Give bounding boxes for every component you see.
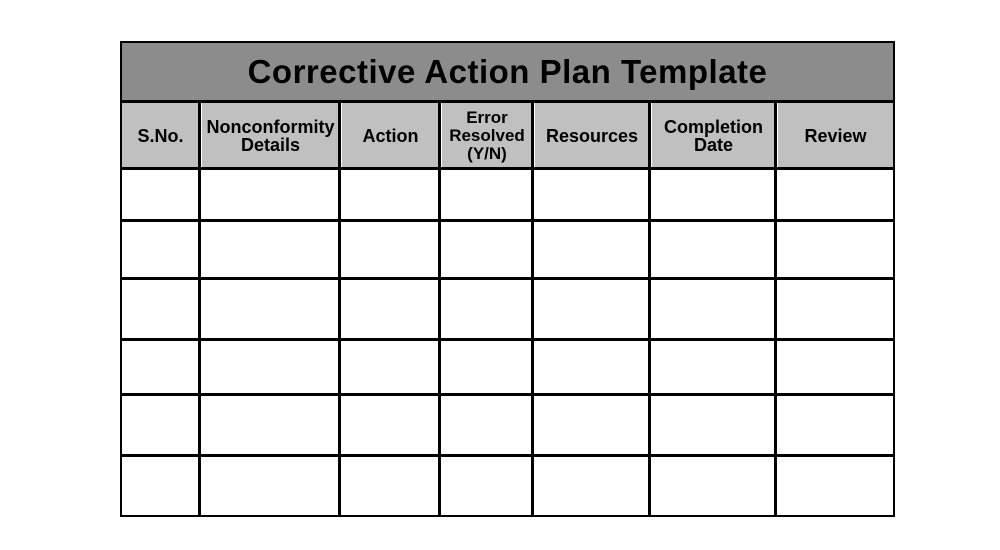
table-cell-review[interactable] xyxy=(775,394,893,455)
title-bar: Corrective Action Plan Template xyxy=(122,43,893,103)
table-cell-error-resolved[interactable] xyxy=(439,220,532,278)
table-cell-action[interactable] xyxy=(339,278,439,339)
table-cell-sno[interactable] xyxy=(122,278,199,339)
column-header-resources: Resources xyxy=(535,103,649,168)
table-row xyxy=(122,339,893,394)
table-cell-error-resolved[interactable] xyxy=(439,339,532,394)
table-cell-review[interactable] xyxy=(775,455,893,517)
table-cell-review[interactable] xyxy=(775,278,893,339)
table-cell-sno[interactable] xyxy=(122,339,199,394)
table-cell-error-resolved[interactable] xyxy=(439,394,532,455)
table-cell-nonconformity[interactable] xyxy=(199,220,339,278)
row-divider xyxy=(122,393,893,396)
table-cell-action[interactable] xyxy=(339,394,439,455)
table-cell-error-resolved[interactable] xyxy=(439,278,532,339)
table-cell-error-resolved[interactable] xyxy=(439,168,532,220)
table-cell-completion-date[interactable] xyxy=(649,278,775,339)
row-divider xyxy=(122,219,893,222)
table-cell-error-resolved[interactable] xyxy=(439,455,532,517)
column-header-review: Review xyxy=(778,103,893,168)
table-cell-nonconformity[interactable] xyxy=(199,339,339,394)
table-cell-resources[interactable] xyxy=(532,394,649,455)
table-cell-sno[interactable] xyxy=(122,455,199,517)
table-cell-action[interactable] xyxy=(339,455,439,517)
table-cell-nonconformity[interactable] xyxy=(199,168,339,220)
table-cell-action[interactable] xyxy=(339,168,439,220)
table-grid: S.No. Nonconformity Details Action Error Re… xyxy=(122,103,893,517)
table-row xyxy=(122,168,893,220)
row-divider xyxy=(122,338,893,341)
table-cell-action[interactable] xyxy=(339,339,439,394)
row-divider xyxy=(122,454,893,457)
table-cell-resources[interactable] xyxy=(532,220,649,278)
table-cell-completion-date[interactable] xyxy=(649,455,775,517)
table-cell-completion-date[interactable] xyxy=(649,168,775,220)
column-header-error-resolved: Error Resolved (Y/N) xyxy=(442,103,532,168)
table-cell-nonconformity[interactable] xyxy=(199,394,339,455)
table-cell-action[interactable] xyxy=(339,220,439,278)
table-cell-completion-date[interactable] xyxy=(649,220,775,278)
row-divider xyxy=(122,167,893,170)
table-row xyxy=(122,455,893,517)
table-row xyxy=(122,278,893,339)
table-row xyxy=(122,220,893,278)
column-header-nonconformity: Nonconformity Details xyxy=(202,103,339,168)
table-cell-resources[interactable] xyxy=(532,339,649,394)
table-row xyxy=(122,394,893,455)
table-cell-review[interactable] xyxy=(775,168,893,220)
table-cell-sno[interactable] xyxy=(122,220,199,278)
row-divider xyxy=(122,277,893,280)
table-cell-sno[interactable] xyxy=(122,168,199,220)
table-cell-resources[interactable] xyxy=(532,278,649,339)
table-cell-resources[interactable] xyxy=(532,168,649,220)
table-cell-completion-date[interactable] xyxy=(649,339,775,394)
table-cell-review[interactable] xyxy=(775,220,893,278)
document-title: Corrective Action Plan Template xyxy=(247,52,768,90)
column-header-sno: S.No. xyxy=(122,103,199,168)
column-header-action: Action xyxy=(342,103,439,168)
table-cell-nonconformity[interactable] xyxy=(199,455,339,517)
table-cell-review[interactable] xyxy=(775,339,893,394)
table-cell-completion-date[interactable] xyxy=(649,394,775,455)
corrective-action-plan-table: Corrective Action Plan Template S.No. Non… xyxy=(120,41,895,517)
table-cell-resources[interactable] xyxy=(532,455,649,517)
table-cell-nonconformity[interactable] xyxy=(199,278,339,339)
table-cell-sno[interactable] xyxy=(122,394,199,455)
column-header-completion-date: Completion Date xyxy=(652,103,775,168)
